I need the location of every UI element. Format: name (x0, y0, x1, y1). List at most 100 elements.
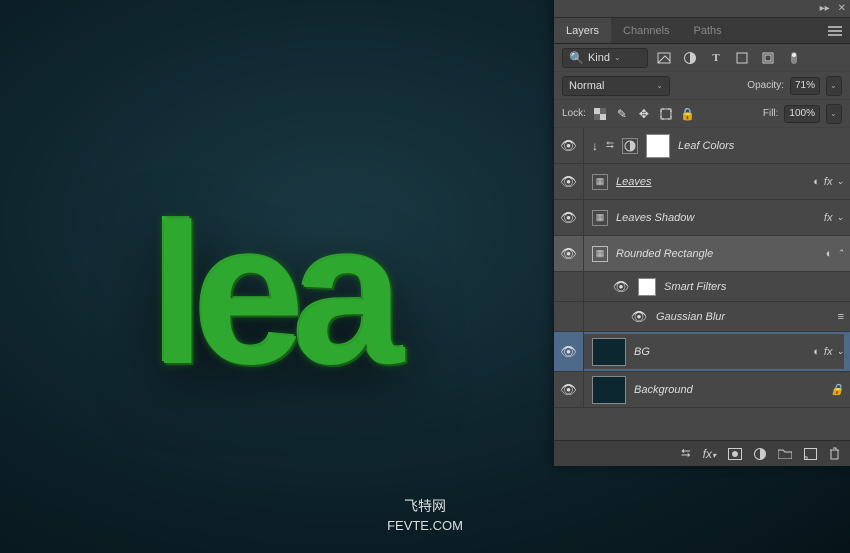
artwork-text: lea (150, 180, 392, 410)
layer-rounded-rectangle[interactable]: 👁 ▦ Rounded Rectangle ◐ ⌃ (554, 236, 850, 272)
filter-adjustment-icon[interactable] (680, 48, 700, 68)
eye-icon: 👁 (560, 210, 577, 226)
layer-name[interactable]: Rounded Rectangle (616, 248, 713, 260)
visibility-toggle[interactable]: 👁 (554, 372, 584, 407)
panel-tabs: Layers Channels Paths (554, 18, 850, 44)
watermark-en: FEVTE.COM (387, 517, 463, 535)
smartobject-thumb-icon: ▦ (592, 210, 608, 226)
chevron-down-icon[interactable]: ⌄ (836, 176, 844, 187)
layer-name[interactable]: Leaves (616, 176, 651, 188)
blend-mode-select[interactable]: Normal ⌄ (562, 76, 670, 96)
layer-smart-filters[interactable]: 👁 Smart Filters (554, 272, 850, 302)
filters-indicator-icon[interactable]: ◐ (813, 346, 820, 358)
filter-shape-icon[interactable] (732, 48, 752, 68)
eye-icon: 👁 (560, 138, 577, 154)
layers-panel: ▸▸ ✕ Layers Channels Paths 🔍 Kind ⌄ T No… (554, 0, 850, 466)
opacity-input[interactable]: 71% (790, 77, 820, 95)
chevron-down-icon: ⌄ (614, 53, 621, 62)
filter-kind-select[interactable]: 🔍 Kind ⌄ (562, 48, 648, 68)
visibility-toggle[interactable]: 👁 (554, 236, 584, 271)
filter-mask-thumb[interactable] (638, 278, 656, 296)
lock-transparent-icon[interactable] (592, 106, 608, 122)
layer-leaves[interactable]: 👁 ▦ Leaves ◐ fx ⌄ (554, 164, 850, 200)
filter-options-icon[interactable]: ≡ (838, 311, 844, 323)
eye-icon: 👁 (560, 246, 577, 262)
visibility-toggle[interactable]: 👁 (554, 200, 584, 235)
filter-smart-icon[interactable] (758, 48, 778, 68)
watermark-cn: 飞特网 (387, 497, 463, 517)
layer-thumb[interactable] (592, 338, 626, 366)
lock-icon[interactable]: 🔒 (830, 383, 844, 396)
eye-icon: 👁 (613, 279, 630, 295)
lock-position-icon[interactable]: ✥ (636, 106, 652, 122)
layer-leaves-shadow[interactable]: 👁 ▦ Leaves Shadow fx ⌄ (554, 200, 850, 236)
watermark: 飞特网 FEVTE.COM (387, 497, 463, 535)
fx-label[interactable]: fx (824, 212, 833, 224)
search-icon: 🔍 (569, 51, 584, 65)
filters-indicator-icon[interactable]: ◐ (826, 248, 833, 260)
visibility-toggle[interactable]: 👁 (554, 332, 584, 371)
fx-label[interactable]: fx (824, 346, 833, 358)
fx-label[interactable]: fx (824, 176, 833, 188)
adjustment-layer-icon[interactable] (754, 448, 766, 460)
mask-thumb[interactable] (646, 134, 670, 158)
eye-icon: 👁 (560, 382, 577, 398)
layer-name[interactable]: BG (634, 346, 650, 358)
chevron-up-icon[interactable]: ⌃ (836, 248, 844, 259)
visibility-toggle[interactable]: 👁 (612, 272, 630, 301)
layer-name[interactable]: Gaussian Blur (656, 311, 725, 323)
fill-dropdown[interactable]: ⌄ (826, 104, 842, 124)
close-icon[interactable]: ✕ (838, 3, 846, 14)
link-layers-icon[interactable]: ⮀ (681, 446, 691, 461)
collapse-icon[interactable]: ▸▸ (820, 3, 830, 14)
adjustment-thumb-icon (622, 138, 638, 154)
chevron-down-icon[interactable]: ⌄ (836, 212, 844, 223)
smartobject-thumb-icon: ▦ (592, 246, 608, 262)
tab-layers[interactable]: Layers (554, 18, 611, 43)
visibility-toggle[interactable]: 👁 (554, 164, 584, 199)
layer-name[interactable]: Leaf Colors (678, 140, 734, 152)
opacity-dropdown[interactable]: ⌄ (826, 76, 842, 96)
filters-indicator-icon[interactable]: ◐ (813, 176, 820, 188)
clip-down-icon: ↓ (592, 139, 598, 153)
layer-name[interactable]: Smart Filters (664, 281, 726, 293)
fill-input[interactable]: 100% (784, 105, 820, 123)
fill-label: Fill: (763, 108, 779, 119)
tab-paths[interactable]: Paths (682, 18, 734, 43)
layer-background[interactable]: 👁 Background 🔒 (554, 372, 850, 408)
chevron-down-icon: ⌄ (830, 81, 837, 90)
panel-titlebar: ▸▸ ✕ (554, 0, 850, 18)
layer-gaussian-blur[interactable]: 👁 Gaussian Blur ≡ (554, 302, 850, 332)
chevron-down-icon: ⌄ (830, 109, 837, 118)
filter-row: 🔍 Kind ⌄ T (554, 44, 850, 72)
lock-image-icon[interactable]: ✎ (614, 106, 630, 122)
layers-list: 👁 ↓ ⮀ Leaf Colors 👁 ▦ Leaves ◐ fx ⌄ (554, 128, 850, 408)
filter-pixel-icon[interactable] (654, 48, 674, 68)
filter-kind-label: Kind (588, 52, 610, 64)
layer-mask-icon[interactable] (728, 448, 742, 460)
new-group-icon[interactable] (778, 448, 792, 459)
layer-style-icon[interactable]: fx▾ (703, 447, 716, 461)
chevron-down-icon[interactable]: ⌄ (836, 346, 844, 357)
panel-footer: ⮀ fx▾ (554, 440, 850, 466)
visibility-spacer (554, 302, 584, 331)
layer-leaf-colors[interactable]: 👁 ↓ ⮀ Leaf Colors (554, 128, 850, 164)
layer-name[interactable]: Background (634, 384, 693, 396)
visibility-toggle[interactable]: 👁 (630, 302, 648, 331)
new-layer-icon[interactable] (804, 448, 817, 460)
layer-thumb[interactable] (592, 376, 626, 404)
panel-menu-icon[interactable] (820, 18, 850, 43)
mask-link-icon[interactable]: ⮀ (606, 140, 614, 151)
filter-toggle-icon[interactable] (784, 48, 804, 68)
layer-name[interactable]: Leaves Shadow (616, 212, 694, 224)
lock-all-icon[interactable]: 🔒 (680, 106, 696, 122)
filter-type-icon[interactable]: T (706, 48, 726, 68)
layer-bg[interactable]: 👁 BG ◐ fx ⌄ (554, 332, 850, 372)
visibility-toggle[interactable]: 👁 (554, 128, 584, 163)
delete-layer-icon[interactable] (829, 447, 840, 460)
opacity-label: Opacity: (747, 80, 784, 91)
smartobject-thumb-icon: ▦ (592, 174, 608, 190)
tab-channels[interactable]: Channels (611, 18, 681, 43)
eye-icon: 👁 (560, 344, 577, 360)
lock-artboard-icon[interactable] (658, 106, 674, 122)
